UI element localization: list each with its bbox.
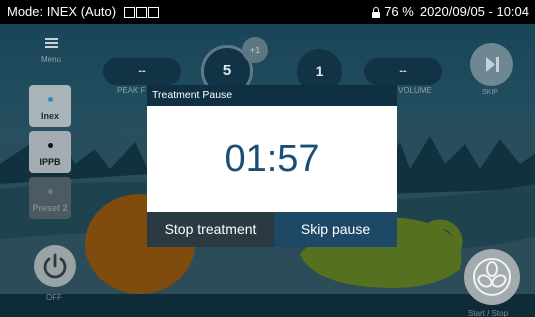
lock-icon <box>372 6 381 18</box>
inactive-dot-icon <box>47 189 53 194</box>
skip-pause-button[interactable]: Skip pause <box>274 212 397 247</box>
dialog-title: Treatment Pause <box>147 85 397 106</box>
preset-inex-button[interactable]: Inex <box>29 85 71 127</box>
power-button[interactable] <box>34 245 76 287</box>
preset-inex-label: Inex <box>40 111 59 121</box>
status-right: 76 % 2020/09/05 - 10:04 <box>372 0 529 24</box>
start-stop-button[interactable] <box>464 249 520 305</box>
cycle-increment-button[interactable]: +1 <box>242 37 268 63</box>
menu-label: Menu <box>40 55 61 64</box>
inactive-dot-icon <box>47 143 53 148</box>
status-bar: Mode: INEX (Auto) 76 % 2020/09/05 - 10:0… <box>0 0 535 24</box>
pause-countdown: 01:57 <box>224 138 320 180</box>
preset-2-label: Preset 2 <box>32 203 68 213</box>
preset-ippb-label: IPPB <box>39 157 61 167</box>
device-screen: Mode: INEX (Auto) 76 % 2020/09/05 - 10:0… <box>0 0 535 317</box>
hamburger-icon <box>44 38 58 48</box>
peak-flow-readout: -- <box>103 58 181 85</box>
fan-icon <box>473 258 511 296</box>
date-time: 2020/09/05 - 10:04 <box>419 4 529 19</box>
skip-icon <box>486 57 499 72</box>
volume-label: VOLUME <box>398 86 432 95</box>
volume-readout: -- <box>364 58 442 85</box>
dialog-actions: Stop treatment Skip pause <box>147 212 397 247</box>
active-dot-icon <box>47 97 53 102</box>
preset-2-button[interactable]: Preset 2 <box>29 177 71 219</box>
mode-indicator: Mode: INEX (Auto) <box>7 4 117 19</box>
off-label: OFF <box>46 293 62 302</box>
skip-button[interactable] <box>470 43 513 86</box>
peak-flow-label: PEAK F <box>117 86 146 95</box>
stop-treatment-button[interactable]: Stop treatment <box>147 212 274 247</box>
menu-button[interactable]: Menu <box>31 32 71 72</box>
treatment-pause-dialog: Treatment Pause 01:57 Stop treatment Ski… <box>147 85 397 247</box>
skip-label: SKIP <box>482 89 498 96</box>
mode-segments-icon <box>124 7 160 18</box>
battery-level: 76 % <box>384 4 414 19</box>
power-icon <box>43 253 67 279</box>
preset-ippb-button[interactable]: IPPB <box>29 131 71 173</box>
start-stop-label: Start / Stop <box>468 309 509 317</box>
